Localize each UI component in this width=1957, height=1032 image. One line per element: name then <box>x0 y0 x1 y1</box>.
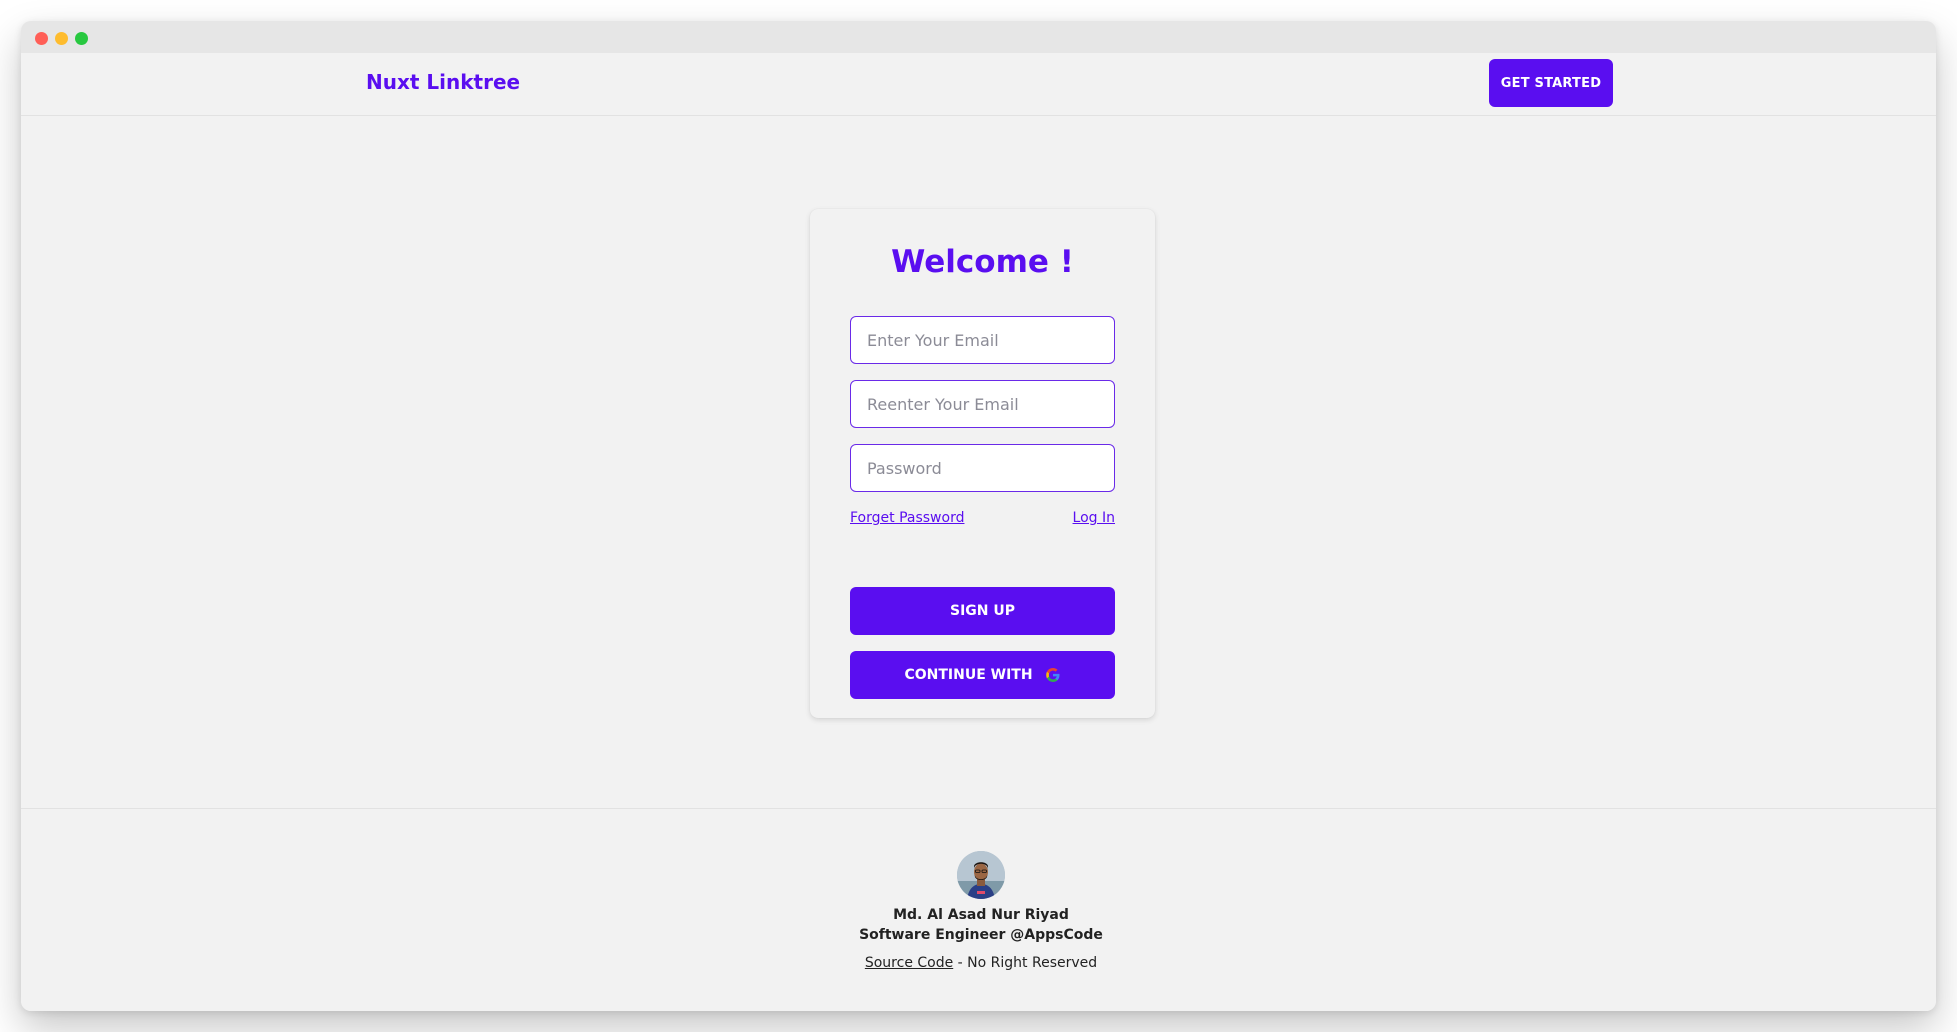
password-input[interactable] <box>850 444 1115 492</box>
footer: Md. Al Asad Nur Riyad Software Engineer … <box>21 808 1936 1011</box>
browser-window: Nuxt Linktree GET STARTED Welcome ! Forg… <box>21 21 1936 1011</box>
signup-button-label: SIGN UP <box>949 603 1015 619</box>
brand-link[interactable]: Nuxt Linktree <box>366 70 520 94</box>
close-window-button[interactable] <box>35 32 48 45</box>
reenter-email-input[interactable] <box>850 380 1115 428</box>
login-link[interactable]: Log In <box>1073 510 1115 526</box>
source-code-link[interactable]: Source Code <box>865 955 953 971</box>
rights-text: - No Right Reserved <box>953 955 1098 971</box>
page-title: Welcome ! <box>891 244 1074 280</box>
avatar <box>957 851 1005 899</box>
author-role: Software Engineer @AppsCode <box>859 927 1103 943</box>
continue-with-google-button[interactable]: CONTINUE WITH <box>850 651 1115 699</box>
forget-password-link[interactable]: Forget Password <box>850 510 964 526</box>
signup-card: Welcome ! Forget Password Log In SIGN UP… <box>810 209 1155 718</box>
author-name: Md. Al Asad Nur Riyad <box>893 907 1069 923</box>
signup-button[interactable]: SIGN UP <box>850 587 1115 635</box>
maximize-window-button[interactable] <box>75 32 88 45</box>
avatar-icon <box>957 851 1005 899</box>
footer-copyright: Source Code - No Right Reserved <box>21 955 1936 971</box>
navbar: Nuxt Linktree GET STARTED <box>21 53 1936 116</box>
minimize-window-button[interactable] <box>55 32 68 45</box>
continue-with-label: CONTINUE WITH <box>904 667 1033 683</box>
get-started-button[interactable]: GET STARTED <box>1489 59 1613 107</box>
window-titlebar <box>21 21 1936 53</box>
google-icon <box>1045 668 1060 682</box>
email-input[interactable] <box>850 316 1115 364</box>
